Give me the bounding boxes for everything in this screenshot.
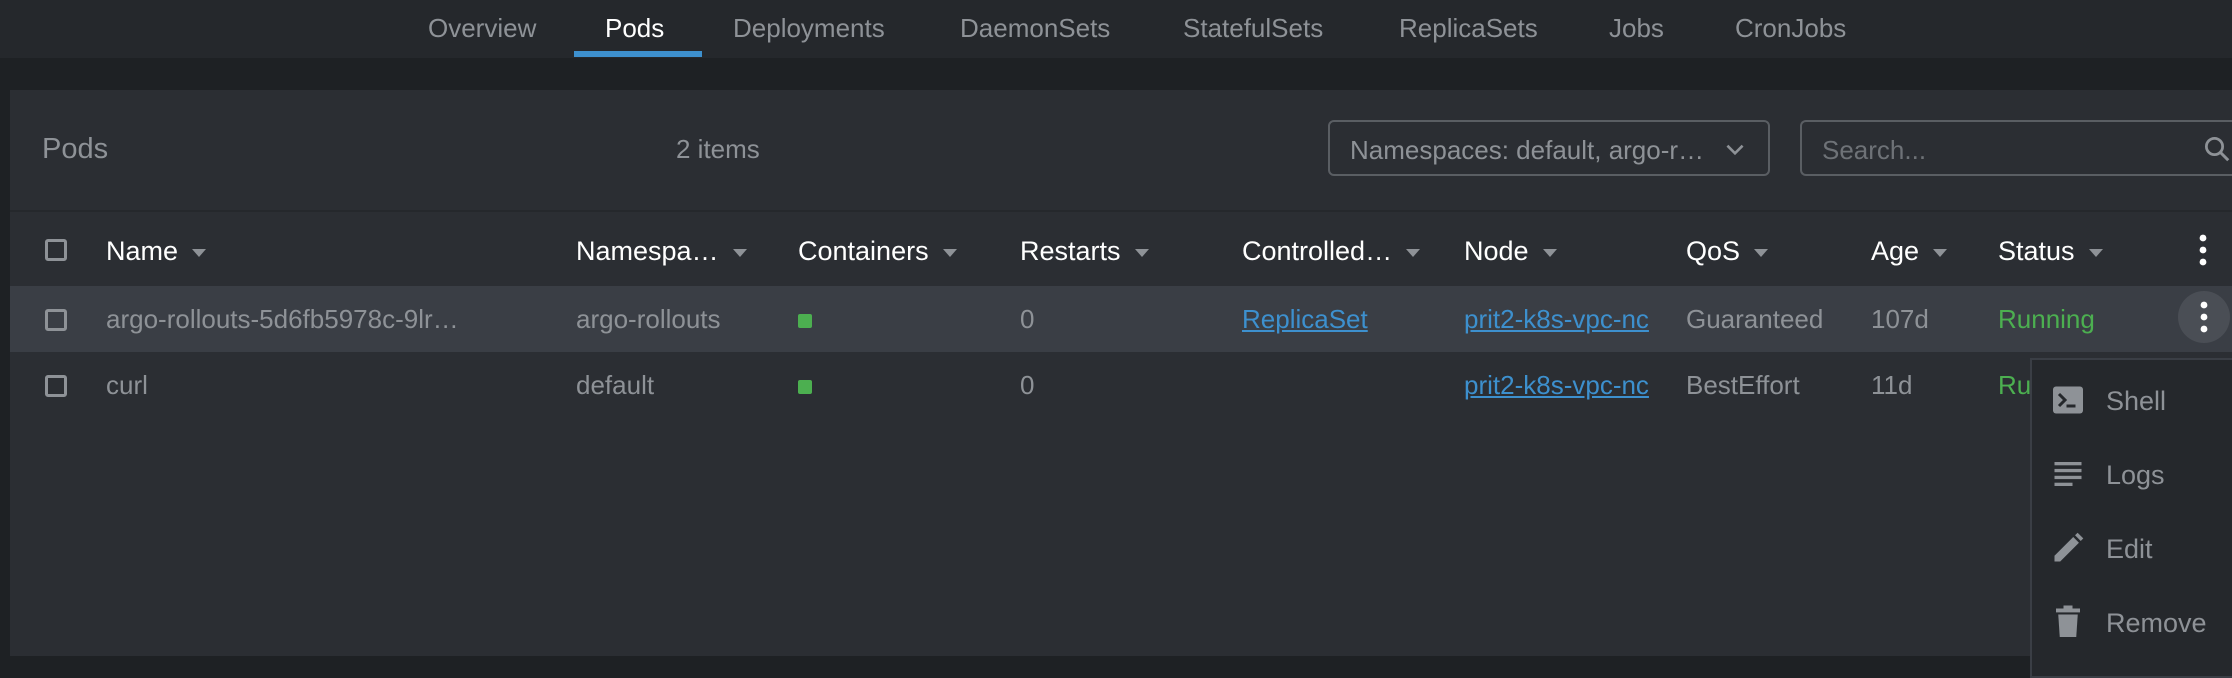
- menu-item-label: Remove: [2106, 608, 2207, 638]
- column-status[interactable]: Status: [1998, 236, 2103, 266]
- tab-overview[interactable]: Overview: [428, 13, 536, 43]
- column-namespace[interactable]: Namespa…: [576, 236, 747, 266]
- tab-pods[interactable]: Pods: [605, 13, 664, 43]
- chevron-down-icon: [1726, 144, 1744, 156]
- sort-icon: [2088, 248, 2103, 257]
- table-header: Name Namespa… Containers Restarts Contro…: [10, 212, 2232, 292]
- row-menu-button[interactable]: [2178, 291, 2230, 343]
- panel-header: Pods 2 items Namespaces: default, argo-r…: [10, 90, 2232, 212]
- column-restarts[interactable]: Restarts: [1020, 236, 1149, 266]
- pod-restarts: 0: [1020, 370, 1035, 400]
- sort-icon: [732, 248, 747, 257]
- column-controlled-by[interactable]: Controlled…: [1242, 236, 1421, 266]
- column-node-label: Node: [1464, 236, 1529, 266]
- menu-item-logs[interactable]: Logs: [2032, 438, 2232, 512]
- pod-name: curl: [106, 370, 148, 400]
- column-qos-label: QoS: [1686, 236, 1741, 266]
- search-input[interactable]: [1820, 132, 2174, 168]
- sort-icon: [1542, 248, 1557, 257]
- tab-replicasets[interactable]: ReplicaSets: [1399, 13, 1538, 43]
- table-row[interactable]: argo-rollouts-5d6fb5978c-9lr… argo-rollo…: [10, 286, 2232, 352]
- container-status-indicator: [798, 314, 812, 328]
- pod-qos: Guaranteed: [1686, 304, 1824, 334]
- menu-item-edit[interactable]: Edit: [2032, 512, 2232, 586]
- controlled-by-link[interactable]: ReplicaSet: [1242, 304, 1368, 334]
- pod-context-menu: Shell Logs Edit Remove: [2030, 358, 2232, 678]
- namespace-select-value: Namespaces: default, argo-r…: [1350, 135, 1705, 165]
- tab-statefulsets[interactable]: StatefulSets: [1183, 13, 1323, 43]
- sort-icon: [1933, 248, 1948, 257]
- column-name-label: Name: [106, 236, 179, 266]
- row-checkbox[interactable]: [45, 375, 67, 397]
- select-all-checkbox[interactable]: [45, 239, 67, 261]
- menu-item-shell[interactable]: Shell: [2032, 364, 2232, 438]
- column-qos[interactable]: QoS: [1686, 236, 1769, 266]
- menu-item-label: Logs: [2106, 460, 2165, 490]
- items-count: 2 items: [676, 134, 760, 164]
- pod-status: Running: [1998, 304, 2095, 334]
- search-icon[interactable]: [2202, 134, 2232, 164]
- column-restarts-label: Restarts: [1020, 236, 1121, 266]
- tab-cronjobs[interactable]: CronJobs: [1735, 13, 1846, 43]
- sort-icon: [192, 248, 207, 257]
- column-controlled-by-label: Controlled…: [1242, 236, 1393, 266]
- menu-item-remove[interactable]: Remove: [2032, 586, 2232, 660]
- search-box: [1800, 120, 2232, 176]
- resource-tabs: Overview Pods Deployments DaemonSets Sta…: [0, 0, 2232, 58]
- table-row[interactable]: curl default 0 prit2-k8s-vpc-nc BestEffo…: [10, 352, 2232, 418]
- active-tab-indicator: [574, 51, 702, 57]
- pod-qos: BestEffort: [1686, 370, 1800, 400]
- column-name[interactable]: Name: [106, 236, 207, 266]
- tab-deployments[interactable]: Deployments: [733, 13, 885, 43]
- pod-namespace: argo-rollouts: [576, 304, 721, 334]
- column-containers-label: Containers: [798, 236, 929, 266]
- page-title: Pods: [42, 133, 109, 165]
- sort-icon: [942, 248, 957, 257]
- row-checkbox[interactable]: [45, 309, 67, 331]
- column-containers[interactable]: Containers: [798, 236, 957, 266]
- pod-restarts: 0: [1020, 304, 1035, 334]
- column-status-label: Status: [1998, 236, 2075, 266]
- trash-icon: [2056, 605, 2080, 637]
- column-menu-icon[interactable]: [2191, 232, 2215, 268]
- logs-icon: [2054, 462, 2082, 486]
- pod-age: 11d: [1871, 370, 1913, 400]
- column-node[interactable]: Node: [1464, 236, 1557, 266]
- pods-panel: Pods 2 items Namespaces: default, argo-r…: [10, 90, 2232, 656]
- terminal-icon: [2053, 386, 2083, 414]
- column-age-label: Age: [1871, 236, 1920, 266]
- sort-icon: [1406, 248, 1421, 257]
- pod-namespace: default: [576, 370, 655, 400]
- pod-age: 107d: [1871, 304, 1929, 334]
- pencil-icon: [2054, 532, 2084, 562]
- pod-name: argo-rollouts-5d6fb5978c-9lr…: [106, 304, 459, 334]
- column-namespace-label: Namespa…: [576, 236, 719, 266]
- node-link[interactable]: prit2-k8s-vpc-nc: [1464, 370, 1654, 400]
- menu-item-label: Shell: [2106, 386, 2167, 416]
- pod-status: Ru: [1998, 370, 2032, 400]
- column-age[interactable]: Age: [1871, 236, 1948, 266]
- tab-jobs[interactable]: Jobs: [1609, 13, 1664, 43]
- namespace-select[interactable]: Namespaces: default, argo-r…: [1328, 120, 1770, 176]
- container-status-indicator: [798, 380, 812, 394]
- tab-daemonsets[interactable]: DaemonSets: [960, 13, 1110, 43]
- sort-icon: [1134, 248, 1149, 257]
- sort-icon: [1754, 248, 1769, 257]
- node-link[interactable]: prit2-k8s-vpc-nc: [1464, 304, 1654, 334]
- more-vertical-icon: [2200, 301, 2208, 333]
- menu-item-label: Edit: [2106, 534, 2153, 564]
